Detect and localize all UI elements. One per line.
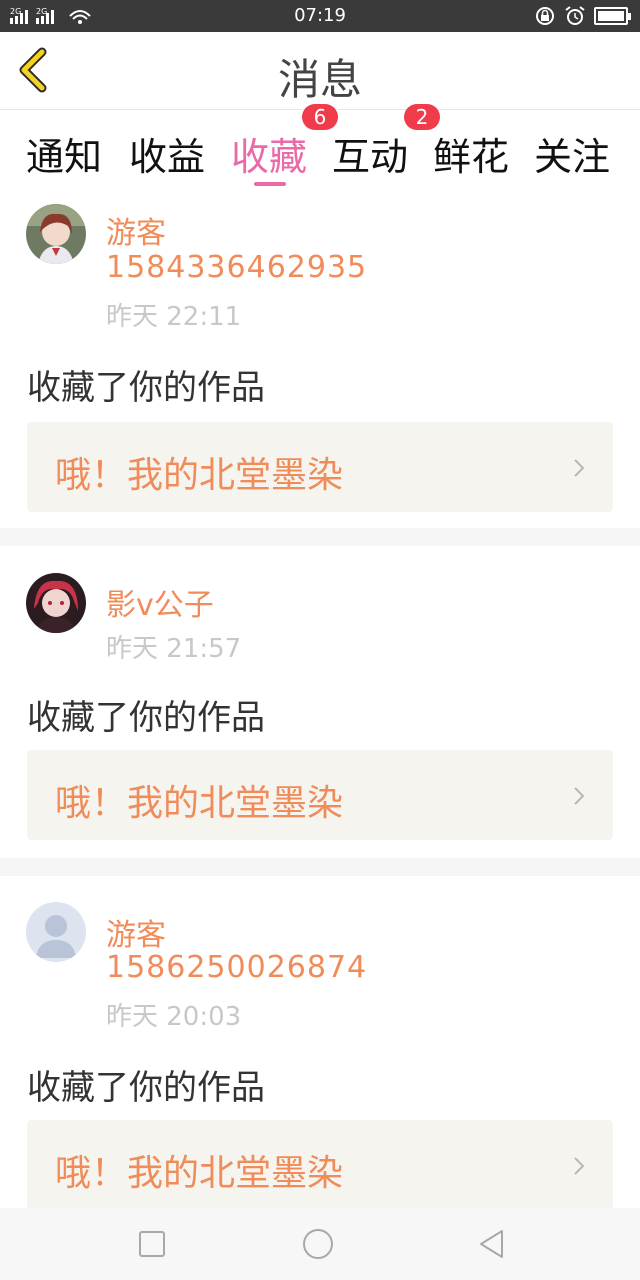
message-card: 影v公子 昨天 21:57 收藏了你的作品 哦！我的北堂墨染 <box>0 546 640 858</box>
user-name[interactable]: 影v公子 <box>106 580 214 624</box>
tab-favorites[interactable]: 收藏 <box>231 126 307 181</box>
user-id: 1586250026874 <box>106 950 368 985</box>
divider <box>0 528 640 546</box>
alarm-icon <box>565 6 585 25</box>
message-card: 游客 1586250026874 昨天 20:03 收藏了你的作品 哦！我的北堂… <box>0 876 640 1208</box>
work-link[interactable]: 哦！我的北堂墨染 <box>27 1120 613 1208</box>
divider <box>0 858 640 876</box>
work-link[interactable]: 哦！我的北堂墨染 <box>27 422 613 512</box>
default-avatar-icon <box>26 902 86 962</box>
message-action: 收藏了你的作品 <box>27 698 265 738</box>
tab-bar: 通知 收益 收藏 6 互动 2 鲜花 关注 <box>0 104 640 194</box>
circle-icon[interactable] <box>302 1228 334 1260</box>
work-link[interactable]: 哦！我的北堂墨染 <box>27 750 613 840</box>
status-right <box>534 6 631 26</box>
work-title: 哦！我的北堂墨染 <box>55 1153 344 1194</box>
tab-flowers[interactable]: 鲜花 <box>433 126 509 181</box>
battery-level <box>598 11 624 21</box>
avatar[interactable] <box>26 573 86 633</box>
avatar[interactable] <box>26 204 86 264</box>
triangle-back-icon[interactable] <box>476 1228 508 1260</box>
active-tab-indicator <box>254 182 286 186</box>
message-time: 昨天 22:11 <box>106 302 242 332</box>
system-nav-bar <box>0 1208 640 1280</box>
tab-notifications[interactable]: 通知 <box>26 126 102 181</box>
battery-icon <box>594 7 631 25</box>
chevron-right-icon <box>574 1157 585 1175</box>
message-action: 收藏了你的作品 <box>27 1068 265 1108</box>
user-id: 1584336462935 <box>106 250 368 285</box>
user-name[interactable]: 游客 <box>106 910 166 954</box>
lock-rotation-icon <box>536 7 554 25</box>
user-name[interactable]: 游客 <box>106 208 166 252</box>
work-title: 哦！我的北堂墨染 <box>55 455 344 496</box>
message-time: 昨天 20:03 <box>106 1002 242 1032</box>
header: 消息 <box>0 32 640 110</box>
chevron-right-icon <box>574 459 585 477</box>
status-bar: 2G 2G 07:19 <box>0 0 640 32</box>
page-title: 消息 <box>277 55 362 104</box>
tab-earnings[interactable]: 收益 <box>129 126 205 181</box>
message-card: 游客 1584336462935 昨天 22:11 收藏了你的作品 哦！我的北堂… <box>0 194 640 528</box>
work-title: 哦！我的北堂墨染 <box>55 783 344 824</box>
tab-interactions[interactable]: 互动 <box>332 126 408 181</box>
avatar[interactable] <box>26 902 86 962</box>
chevron-right-icon <box>574 787 585 805</box>
message-time: 昨天 21:57 <box>106 634 242 664</box>
message-action: 收藏了你的作品 <box>27 368 265 408</box>
user-avatar-image <box>26 204 86 264</box>
tab-follow[interactable]: 关注 <box>534 126 610 181</box>
square-icon[interactable] <box>136 1228 168 1260</box>
user-avatar-image <box>26 573 86 633</box>
